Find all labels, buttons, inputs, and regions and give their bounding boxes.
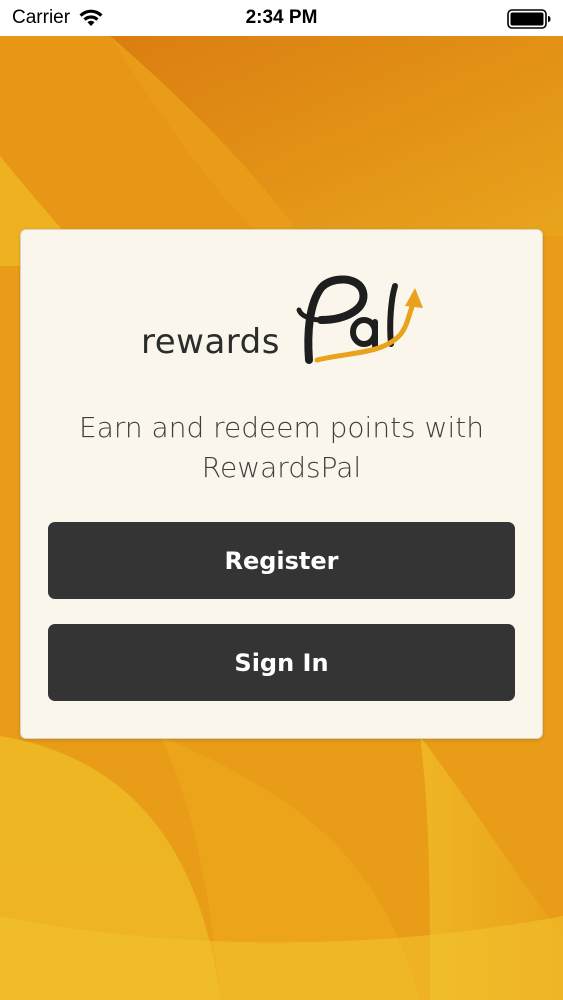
tagline: Earn and redeem points with RewardsPal [41,408,522,488]
tagline-line-2: RewardsPal [201,451,362,484]
tagline-line-1: Earn and redeem points with [79,411,484,444]
welcome-card: rewards Earn and redeem points with Rewa… [20,229,543,739]
swoosh-icon [314,301,416,363]
battery-icon [507,9,551,29]
carrier-label: Carrier [12,7,71,28]
up-arrow-icon [405,288,423,308]
status-left: Carrier [12,7,212,29]
rewardspal-logo: rewards [139,274,429,374]
sign-in-button[interactable]: Sign In [48,624,515,701]
logo-word: rewards [141,322,280,362]
logo-script-pal [296,275,423,364]
register-button[interactable]: Register [48,522,515,599]
wifi-icon [79,9,103,26]
status-bar: Carrier 2:34 PM [0,0,563,36]
